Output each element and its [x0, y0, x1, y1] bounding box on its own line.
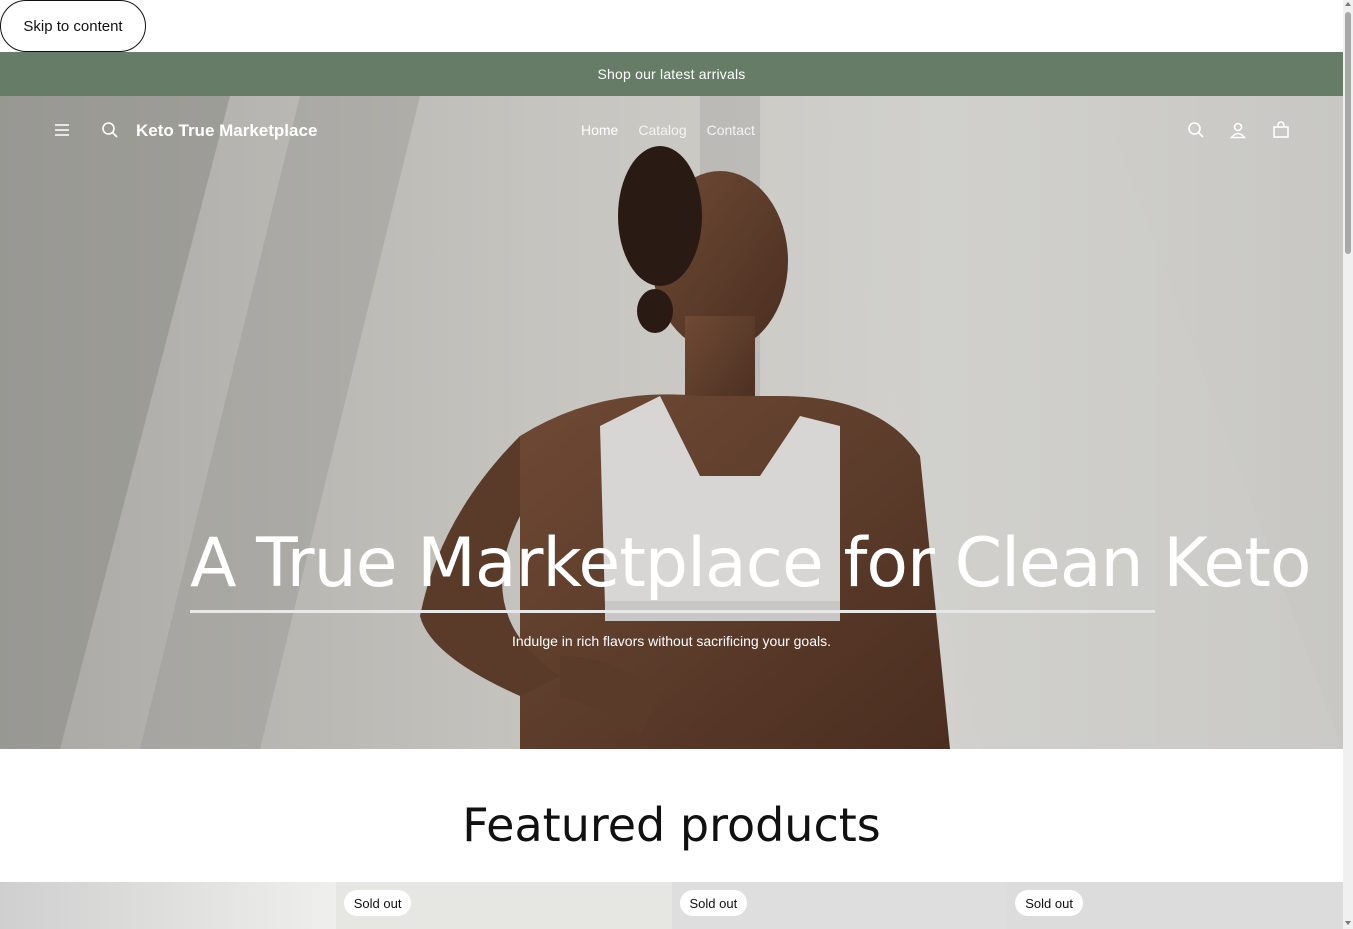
skip-to-content-link[interactable]: Skip to content — [0, 0, 146, 52]
featured-products-title: Featured products — [462, 798, 881, 852]
nav-home[interactable]: Home — [581, 122, 618, 138]
search-icon[interactable] — [96, 116, 124, 144]
hero-subtitle: Indulge in rich flavors without sacrific… — [511, 633, 832, 649]
product-card[interactable]: Sold out — [1007, 882, 1343, 929]
cart-icon[interactable] — [1267, 116, 1295, 144]
product-card[interactable] — [0, 882, 336, 929]
announcement-text[interactable]: Shop our latest arrivals — [598, 66, 746, 82]
menu-icon[interactable] — [48, 116, 76, 144]
product-grid: Sold out Sold out Sold out — [0, 882, 1343, 929]
scroll-down-icon[interactable] — [1345, 921, 1351, 925]
sold-out-badge: Sold out — [343, 890, 412, 916]
scrollbar-thumb[interactable] — [1345, 12, 1351, 254]
sold-out-badge: Sold out — [1015, 890, 1083, 916]
search-icon[interactable] — [1182, 116, 1210, 144]
brand-logo[interactable]: Keto True Marketplace — [136, 121, 317, 141]
main-nav: Home Catalog Contact — [581, 122, 775, 138]
product-card[interactable]: Sold out — [335, 882, 672, 929]
hero-title: A True Marketplace for Clean Keto — [190, 524, 1312, 603]
account-icon[interactable] — [1224, 116, 1252, 144]
scroll-up-icon[interactable] — [1345, 2, 1351, 6]
hero-image — [0, 96, 1343, 749]
hero-banner — [0, 96, 1343, 749]
sold-out-badge: Sold out — [679, 890, 748, 916]
nav-catalog[interactable]: Catalog — [638, 122, 686, 138]
announcement-bar[interactable]: Shop our latest arrivals — [0, 52, 1343, 96]
nav-contact[interactable]: Contact — [707, 122, 755, 138]
hero-title-underline — [190, 610, 1155, 613]
page: Skip to content Shop our latest arrivals — [0, 0, 1343, 929]
skip-bar: Skip to content — [0, 0, 1343, 52]
product-card[interactable]: Sold out — [671, 882, 1008, 929]
